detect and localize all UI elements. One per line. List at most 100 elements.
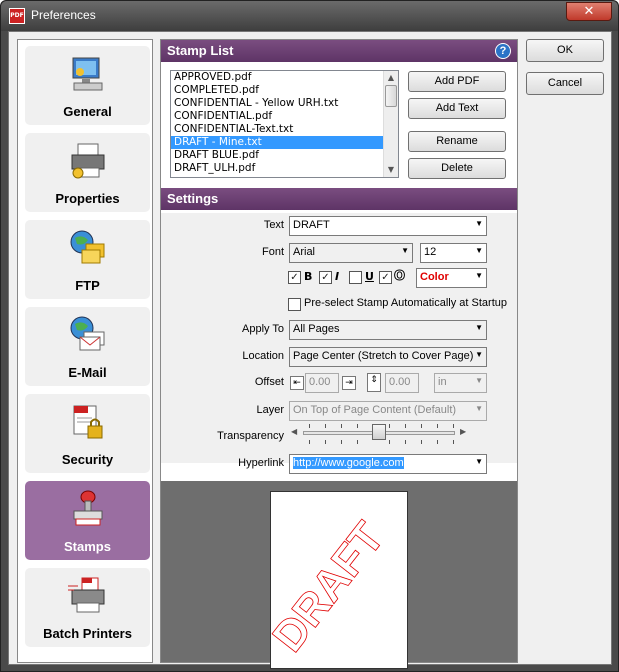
category-label: Stamps	[64, 539, 111, 554]
underline-checkbox[interactable]	[349, 271, 362, 284]
outline-label: O	[393, 269, 406, 285]
category-batch-printers[interactable]: Batch Printers	[25, 568, 150, 647]
font-label: Font	[261, 246, 284, 258]
offset-vertical-icon[interactable]: ⇕	[367, 373, 381, 392]
color-combo[interactable]: Color ▼	[416, 268, 487, 288]
preselect-label: Pre-select Stamp Automatically at Startu…	[304, 297, 507, 309]
stamp-list-item[interactable]: DRAFT - Mine.txt	[171, 136, 398, 149]
offset-x-field[interactable]: 0.00	[305, 373, 339, 393]
hyperlink-label: Hyperlink	[238, 457, 284, 469]
slider-tick	[437, 424, 438, 428]
hyperlink-combo[interactable]: http://www.google.com ▼	[289, 454, 487, 474]
text-label: Text	[263, 219, 284, 231]
category-security[interactable]: Security	[25, 394, 150, 473]
category-properties[interactable]: Properties	[25, 133, 150, 212]
chevron-down-icon: ▼	[475, 271, 483, 280]
outline-checkbox[interactable]: ✓	[379, 271, 392, 284]
rename-button[interactable]: Rename	[408, 131, 506, 152]
stamp-list-item[interactable]: COMPLETED.pdf	[171, 84, 398, 97]
ok-button[interactable]: OK	[526, 39, 604, 62]
scroll-down-icon[interactable]: ▼	[384, 163, 398, 177]
offset-y-field[interactable]: 0.00	[385, 373, 419, 393]
offset-right-icon[interactable]: ⇥	[342, 376, 356, 390]
italic-label: I	[335, 270, 340, 283]
printer-icon	[71, 143, 105, 179]
computer-icon	[72, 57, 103, 91]
stamp-list-title: Stamp List	[167, 43, 234, 58]
font-size-value: 12	[424, 246, 437, 258]
add-text-button[interactable]: Add Text	[408, 98, 506, 119]
chevron-down-icon: ▼	[475, 350, 483, 359]
category-label: FTP	[75, 278, 100, 293]
underline-label: U	[365, 270, 374, 283]
offset-left-icon[interactable]: ⇤	[290, 376, 304, 390]
stamp-list-item[interactable]: DRAFT BLUE.pdf	[171, 149, 398, 162]
stamp-list-item[interactable]: CONFIDENTIAL-Text.txt	[171, 123, 398, 136]
slider-tick	[309, 440, 310, 444]
slider-tick	[325, 424, 326, 428]
listbox-scrollbar[interactable]: ▲ ▼	[383, 71, 398, 177]
location-select[interactable]: Page Center (Stretch to Cover Page) ▼	[289, 347, 487, 367]
chevron-down-icon: ▼	[475, 246, 483, 255]
category-email[interactable]: E-Mail	[25, 307, 150, 386]
font-value: Arial	[293, 246, 316, 258]
font-select[interactable]: Arial ▼	[289, 243, 413, 263]
stamp-list-item[interactable]: CONFIDENTIAL - Yellow URH.txt	[171, 97, 398, 110]
slider-tick	[421, 440, 422, 444]
slider-tick	[357, 424, 358, 428]
slider-tick	[453, 424, 454, 428]
settings-area: Text DRAFT ▼ Font Arial ▼ 12 ▼ ✓ B ✓ I U	[161, 213, 517, 474]
slider-tick	[437, 440, 438, 444]
slider-tick	[309, 424, 310, 428]
category-ftp[interactable]: FTP	[25, 220, 150, 299]
scroll-up-icon[interactable]: ▲	[384, 71, 398, 85]
category-stamps[interactable]: Stamps	[25, 481, 150, 560]
italic-checkbox[interactable]: ✓	[319, 271, 332, 284]
close-button[interactable]: ✕	[566, 2, 612, 21]
text-value: DRAFT	[293, 219, 330, 231]
text-combo[interactable]: DRAFT ▼	[289, 216, 487, 236]
slider-thumb[interactable]	[372, 424, 386, 440]
location-label: Location	[242, 350, 284, 362]
category-general[interactable]: General	[25, 46, 150, 125]
slider-tick	[341, 424, 342, 428]
location-value: Page Center (Stretch to Cover Page)	[293, 350, 474, 362]
color-value: Color	[420, 271, 449, 283]
stamp-items: APPROVED.pdf COMPLETED.pdf CONFIDENTIAL - …	[171, 71, 398, 175]
category-panel: General Properties FTP E-Mail Security S…	[17, 39, 153, 663]
apply-to-select[interactable]: All Pages ▼	[289, 320, 487, 340]
preview-stamp-svg: DRAFT	[271, 513, 394, 662]
scroll-thumb[interactable]	[385, 85, 397, 107]
chevron-down-icon: ▼	[475, 457, 483, 466]
slider-tick	[341, 440, 342, 444]
slider-tick	[325, 440, 326, 444]
transparency-slider[interactable]: ◀ ▶	[289, 423, 469, 445]
apply-to-label: Apply To	[242, 323, 284, 335]
stamp-list-item[interactable]: CONFIDENTIAL.pdf	[171, 110, 398, 123]
offset-unit-select[interactable]: in ▼	[434, 373, 487, 393]
pdf-lock-icon	[73, 405, 103, 439]
title-bar: PDF Preferences ✕	[1, 1, 618, 31]
chevron-down-icon: ▼	[475, 376, 483, 385]
stamp-listbox[interactable]: APPROVED.pdf COMPLETED.pdf CONFIDENTIAL - …	[170, 70, 399, 178]
stamp-preview-area: DRAFT	[161, 481, 517, 669]
slider-tick	[389, 440, 390, 444]
apply-to-value: All Pages	[293, 323, 340, 335]
help-icon[interactable]: ?	[495, 43, 511, 59]
preview-page: DRAFT	[270, 491, 408, 669]
chevron-down-icon: ▼	[401, 246, 409, 255]
layer-select[interactable]: On Top of Page Content (Default) ▼	[289, 401, 487, 421]
batch-printer-icon	[68, 577, 105, 613]
add-pdf-button[interactable]: Add PDF	[408, 71, 506, 92]
stamp-list-item[interactable]: DRAFT_ULH.pdf	[171, 162, 398, 175]
stamp-list-item[interactable]: APPROVED.pdf	[171, 71, 398, 84]
globe-folders-icon	[70, 230, 105, 264]
bold-checkbox[interactable]: ✓	[288, 271, 301, 284]
preselect-checkbox[interactable]	[288, 298, 301, 311]
bold-label: B	[304, 270, 313, 283]
cancel-button[interactable]: Cancel	[526, 72, 604, 95]
slider-left-icon[interactable]: ◀	[291, 427, 297, 436]
slider-right-icon[interactable]: ▶	[460, 427, 466, 436]
font-size-combo[interactable]: 12 ▼	[420, 243, 487, 263]
delete-button[interactable]: Delete	[408, 158, 506, 179]
